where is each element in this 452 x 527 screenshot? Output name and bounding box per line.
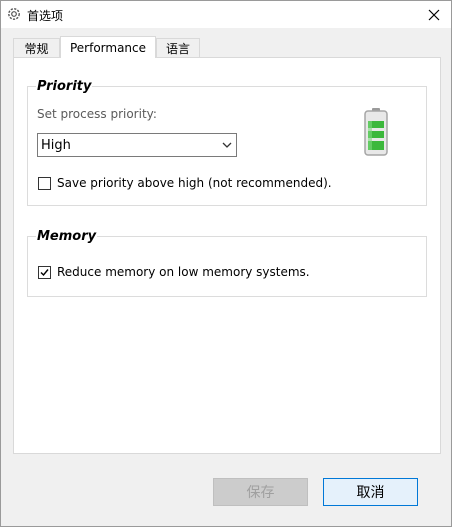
priority-select[interactable]: High	[37, 133, 237, 157]
cancel-button-label: 取消	[356, 485, 385, 501]
priority-group-title: Priority	[36, 79, 93, 94]
performance-panel: Priority Set process priority: High Save…	[13, 57, 441, 454]
tab-language-label: 语言	[165, 42, 190, 56]
save-button[interactable]: 保存	[213, 478, 308, 506]
memory-group: Memory Reduce memory on low memory syste…	[27, 229, 427, 297]
chevron-down-icon	[222, 142, 232, 148]
set-priority-label: Set process priority:	[37, 107, 157, 121]
save-button-label: 保存	[246, 485, 275, 501]
reduce-memory-checkbox[interactable]	[38, 266, 51, 279]
tab-language[interactable]: 语言	[156, 38, 200, 58]
priority-select-value: High	[41, 138, 71, 153]
tab-general[interactable]: 常规	[13, 38, 60, 58]
tab-general-label: 常规	[24, 42, 49, 56]
save-above-high-label: Save priority above high (not recommende…	[57, 176, 332, 190]
title-bar: 首选项	[1, 1, 451, 28]
gear-icon	[8, 8, 20, 20]
close-button[interactable]	[417, 1, 451, 28]
save-above-high-checkbox[interactable]	[38, 177, 51, 190]
tab-performance-label: Performance	[69, 40, 147, 55]
checkmark-icon	[40, 269, 49, 277]
reduce-memory-label: Reduce memory on low memory systems.	[57, 265, 310, 279]
close-icon	[428, 9, 440, 20]
tab-performance[interactable]: Performance	[60, 36, 156, 58]
window-title: 首选项	[27, 9, 64, 23]
priority-group: Priority Set process priority: High Save…	[27, 79, 427, 206]
cancel-button[interactable]: 取消	[323, 478, 418, 506]
battery-icon	[364, 108, 388, 156]
preferences-window: 首选项 常规 Performance 语言 Priority Set proce…	[0, 0, 452, 527]
memory-group-title: Memory	[36, 229, 98, 244]
